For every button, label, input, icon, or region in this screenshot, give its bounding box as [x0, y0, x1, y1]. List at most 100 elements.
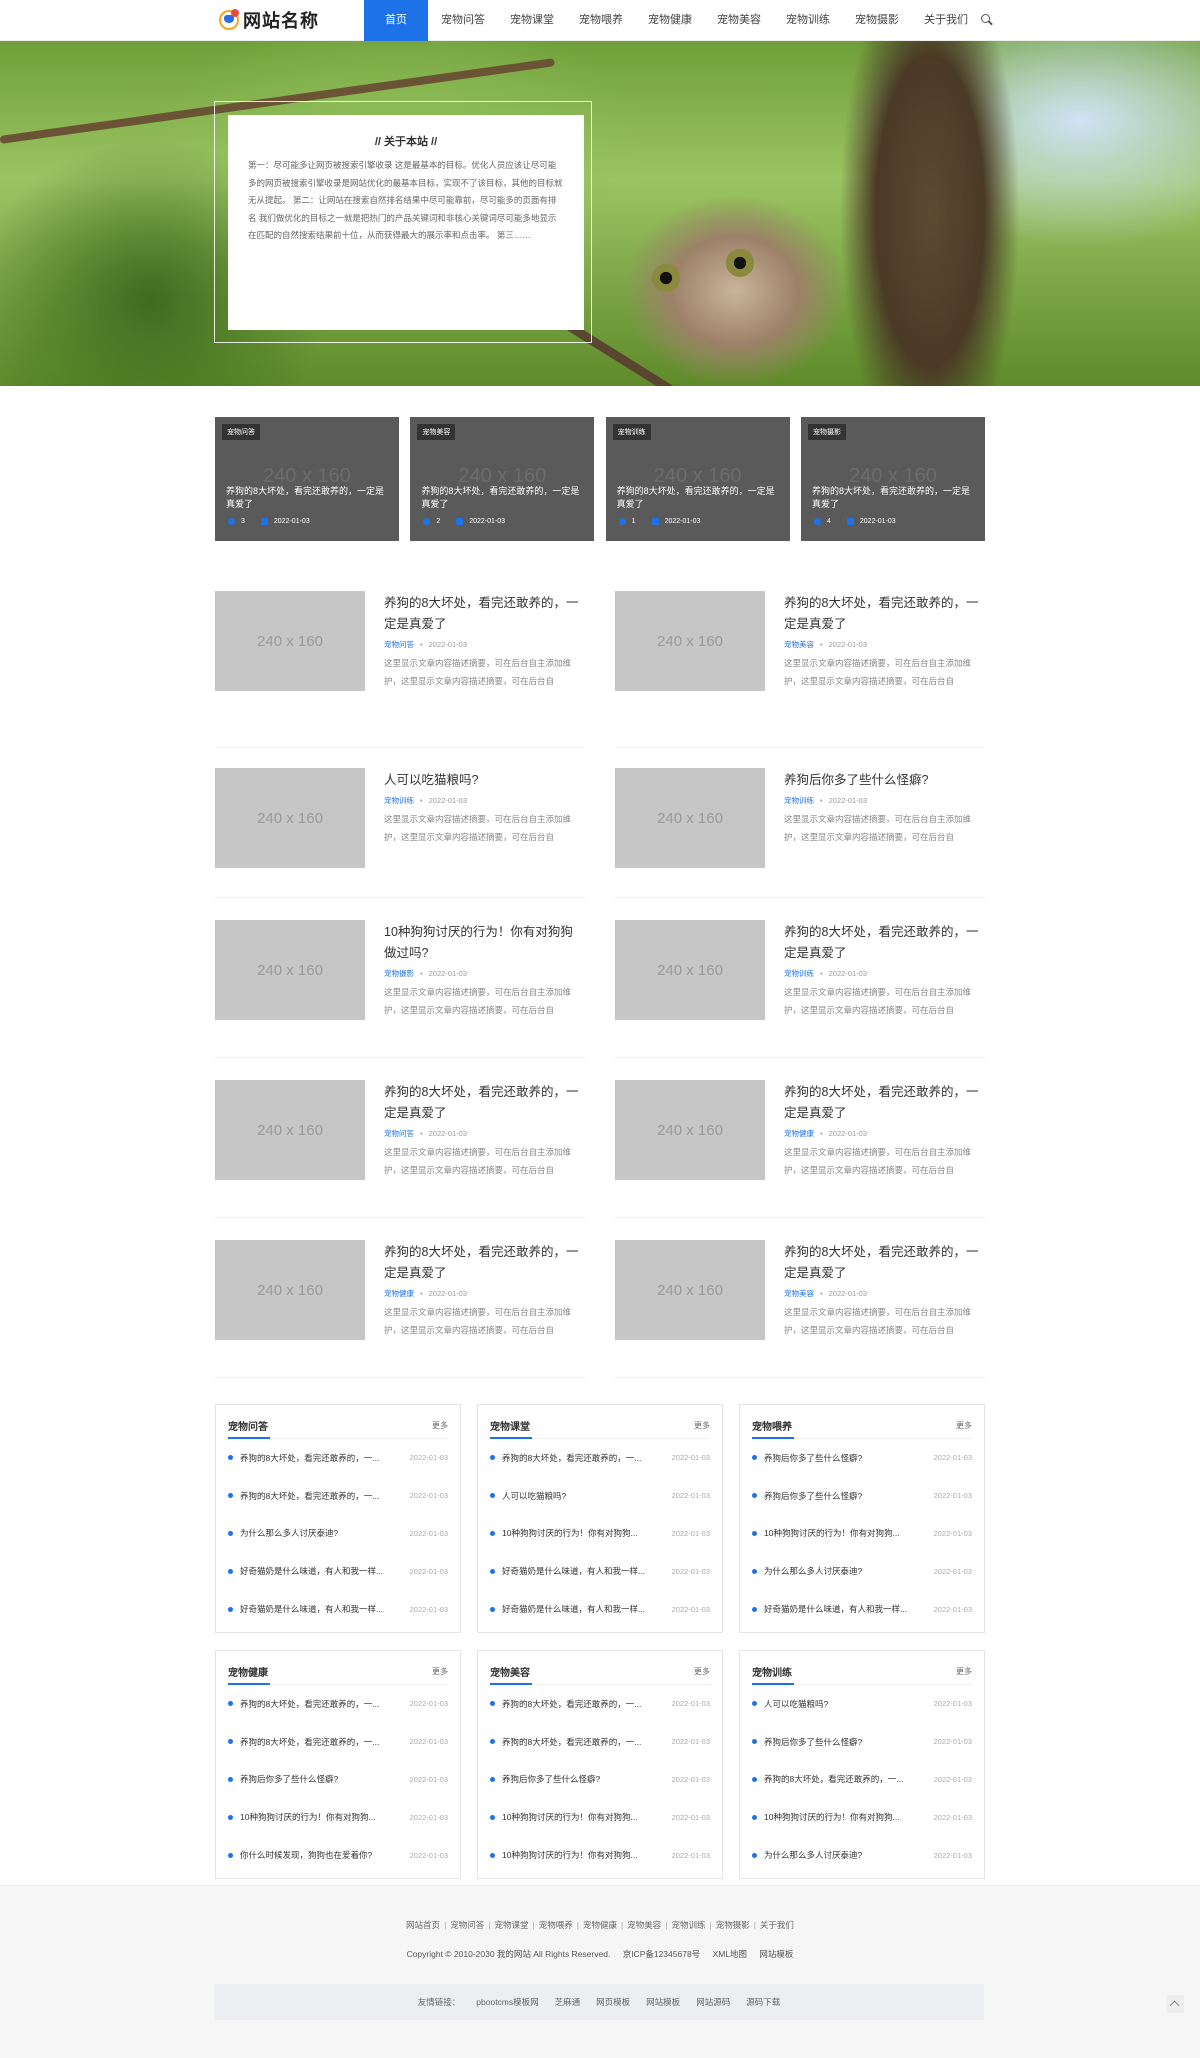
icp-link[interactable]: 京ICP备12345678号	[623, 1949, 701, 1959]
box-list-item[interactable]: 养狗的8大坏处，看完还敢养的，一... 2022-01-03	[490, 1723, 710, 1761]
nav-item[interactable]: 宠物健康	[639, 0, 701, 41]
footer-link[interactable]: 宠物摄影	[716, 1920, 750, 1930]
friend-link[interactable]: 网页模板	[596, 1996, 630, 2008]
more-link[interactable]: 更多	[956, 1666, 972, 1677]
article-title[interactable]: 养狗的8大坏处，看完还敢养的，一定是真爱了	[784, 593, 985, 635]
box-title[interactable]: 宠物训练	[752, 1664, 792, 1679]
box-list-item[interactable]: 养狗的8大坏处，看完还敢养的，一... 2022-01-03	[228, 1439, 448, 1477]
box-list-item[interactable]: 养狗后你多了些什么怪癖? 2022-01-03	[490, 1761, 710, 1799]
footer-link[interactable]: 宠物课堂	[495, 1920, 529, 1930]
article-category[interactable]: 宠物训练	[784, 796, 814, 805]
article-category[interactable]: 宠物训练	[384, 796, 414, 805]
article-category[interactable]: 宠物健康	[784, 1129, 814, 1138]
box-item-title[interactable]: 人可以吃猫粮吗?	[502, 1490, 662, 1502]
category-tag[interactable]: 宠物摄影	[807, 424, 846, 440]
more-link[interactable]: 更多	[956, 1420, 972, 1431]
featured-card[interactable]: 240 x 160 宠物训练 养狗的8大坏处，看完还敢养的，一定是真爱了 1 2022-…	[605, 417, 790, 541]
box-list-item[interactable]: 养狗的8大坏处，看完还敢养的，一... 2022-01-03	[490, 1439, 710, 1477]
friend-link[interactable]: 网站模板	[646, 1996, 680, 2008]
image-placeholder[interactable]: 240 x 160	[215, 1080, 365, 1180]
image-placeholder[interactable]: 240 x 160	[615, 1080, 765, 1180]
featured-card[interactable]: 240 x 160 宠物摄影 养狗的8大坏处，看完还敢养的，一定是真爱了 4 2022-…	[800, 417, 985, 541]
box-item-title[interactable]: 你什么时候发现，狗狗也在爱着你?	[240, 1849, 400, 1861]
article-title[interactable]: 养狗后你多了些什么怪癖?	[784, 770, 985, 791]
box-item-title[interactable]: 养狗的8大坏处，看完还敢养的，一...	[240, 1452, 400, 1464]
footer-link[interactable]: 宠物喂养	[539, 1920, 573, 1930]
box-list-item[interactable]: 养狗后你多了些什么怪癖? 2022-01-03	[752, 1439, 972, 1477]
featured-card[interactable]: 240 x 160 宠物问答 养狗的8大坏处，看完还敢养的，一定是真爱了 3 2022-…	[215, 417, 399, 541]
box-list-item[interactable]: 为什么那么多人讨厌泰迪? 2022-01-03	[228, 1515, 448, 1553]
image-placeholder[interactable]: 240 x 160	[615, 768, 765, 868]
box-list-item[interactable]: 好奇猫奶是什么味道，有人和我一样... 2022-01-03	[752, 1590, 972, 1628]
box-item-title[interactable]: 10种狗狗讨厌的行为！你有对狗狗...	[764, 1527, 924, 1539]
box-list-item[interactable]: 养狗后你多了些什么怪癖? 2022-01-03	[228, 1761, 448, 1799]
box-list-item[interactable]: 养狗后你多了些什么怪癖? 2022-01-03	[752, 1477, 972, 1515]
box-item-title[interactable]: 好奇猫奶是什么味道，有人和我一样...	[240, 1565, 400, 1577]
featured-title[interactable]: 养狗的8大坏处，看完还敢养的，一定是真爱了	[226, 485, 391, 511]
friend-link[interactable]: 源码下载	[746, 1996, 780, 2008]
friend-link[interactable]: 芝麻通	[555, 1996, 581, 2008]
nav-item[interactable]: 首页	[364, 0, 428, 41]
site-logo[interactable]: 网站名称	[219, 8, 319, 32]
footer-link[interactable]: 网站首页	[406, 1920, 440, 1930]
box-list-item[interactable]: 为什么那么多人讨厌泰迪? 2022-01-03	[752, 1836, 972, 1874]
box-item-title[interactable]: 养狗的8大坏处，看完还敢养的，一...	[502, 1698, 662, 1710]
box-list-item[interactable]: 10种狗狗讨厌的行为！你有对狗狗... 2022-01-03	[490, 1836, 710, 1874]
box-item-title[interactable]: 养狗的8大坏处，看完还敢养的，一...	[502, 1736, 662, 1748]
box-item-title[interactable]: 养狗后你多了些什么怪癖?	[502, 1773, 662, 1785]
article-title[interactable]: 人可以吃猫粮吗?	[384, 770, 585, 791]
list-item[interactable]: 240 x 160 养狗的8大坏处，看完还敢养的，一定是真爱了 宠物美容 • 2022-…	[615, 591, 985, 748]
nav-item[interactable]: 关于我们	[915, 0, 977, 41]
box-list-item[interactable]: 养狗的8大坏处，看完还敢养的，一... 2022-01-03	[490, 1685, 710, 1723]
list-item[interactable]: 240 x 160 养狗的8大坏处，看完还敢养的，一定是真爱了 宠物健康 • 2022-…	[215, 1218, 585, 1378]
article-title[interactable]: 养狗的8大坏处，看完还敢养的，一定是真爱了	[384, 1242, 585, 1284]
footer-link[interactable]: 宠物美容	[627, 1920, 661, 1930]
footer-link[interactable]: 宠物训练	[671, 1920, 705, 1930]
box-list-item[interactable]: 10种狗狗讨厌的行为！你有对狗狗... 2022-01-03	[752, 1798, 972, 1836]
article-title[interactable]: 养狗的8大坏处，看完还敢养的，一定是真爱了	[784, 1242, 985, 1284]
more-link[interactable]: 更多	[694, 1420, 710, 1431]
box-title[interactable]: 宠物问答	[228, 1418, 268, 1433]
category-tag[interactable]: 宠物训练	[612, 424, 651, 440]
article-title[interactable]: 养狗的8大坏处，看完还敢养的，一定是真爱了	[784, 1082, 985, 1124]
template-link[interactable]: 网站模板	[759, 1949, 793, 1959]
featured-title[interactable]: 养狗的8大坏处，看完还敢养的，一定是真爱了	[617, 485, 782, 511]
box-item-title[interactable]: 养狗后你多了些什么怪癖?	[764, 1452, 924, 1464]
search-icon[interactable]	[981, 14, 993, 26]
box-list-item[interactable]: 10种狗狗讨厌的行为！你有对狗狗... 2022-01-03	[228, 1798, 448, 1836]
list-item[interactable]: 240 x 160 养狗的8大坏处，看完还敢养的，一定是真爱了 宠物训练 • 2022-…	[615, 898, 985, 1058]
article-category[interactable]: 宠物美容	[784, 1289, 814, 1298]
list-item[interactable]: 240 x 160 养狗的8大坏处，看完还敢养的，一定是真爱了 宠物美容 • 2022-…	[615, 1218, 985, 1378]
box-list-item[interactable]: 人可以吃猫粮吗? 2022-01-03	[752, 1685, 972, 1723]
list-item[interactable]: 240 x 160 10种狗狗讨厌的行为！你有对狗狗做过吗? 宠物摄影 • 2022-0…	[215, 898, 585, 1058]
more-link[interactable]: 更多	[432, 1666, 448, 1677]
box-item-title[interactable]: 人可以吃猫粮吗?	[764, 1698, 924, 1710]
box-list-item[interactable]: 养狗的8大坏处，看完还敢养的，一... 2022-01-03	[752, 1761, 972, 1799]
nav-item[interactable]: 宠物课堂	[501, 0, 563, 41]
box-item-title[interactable]: 10种狗狗讨厌的行为！你有对狗狗...	[502, 1849, 662, 1861]
nav-item[interactable]: 宠物问答	[432, 0, 494, 41]
box-list-item[interactable]: 好奇猫奶是什么味道，有人和我一样... 2022-01-03	[228, 1552, 448, 1590]
box-title[interactable]: 宠物喂养	[752, 1418, 792, 1433]
box-item-title[interactable]: 好奇猫奶是什么味道，有人和我一样...	[764, 1603, 924, 1615]
box-list-item[interactable]: 好奇猫奶是什么味道，有人和我一样... 2022-01-03	[490, 1590, 710, 1628]
list-item[interactable]: 240 x 160 人可以吃猫粮吗? 宠物训练 • 2022-01-03 这里显示文章内容…	[215, 748, 585, 898]
box-item-title[interactable]: 养狗后你多了些什么怪癖?	[240, 1773, 400, 1785]
box-item-title[interactable]: 10种狗狗讨厌的行为！你有对狗狗...	[764, 1811, 924, 1823]
box-item-title[interactable]: 养狗的8大坏处，看完还敢养的，一...	[240, 1490, 400, 1502]
box-item-title[interactable]: 10种狗狗讨厌的行为！你有对狗狗...	[502, 1811, 662, 1823]
box-item-title[interactable]: 10种狗狗讨厌的行为！你有对狗狗...	[240, 1811, 400, 1823]
box-list-item[interactable]: 你什么时候发现，狗狗也在爱着你? 2022-01-03	[228, 1836, 448, 1874]
image-placeholder[interactable]: 240 x 160	[615, 591, 765, 691]
footer-link[interactable]: 宠物健康	[583, 1920, 617, 1930]
category-tag[interactable]: 宠物美容	[417, 424, 456, 440]
image-placeholder[interactable]: 240 x 160	[215, 591, 365, 691]
box-list-item[interactable]: 10种狗狗讨厌的行为！你有对狗狗... 2022-01-03	[752, 1515, 972, 1553]
box-item-title[interactable]: 为什么那么多人讨厌泰迪?	[764, 1849, 924, 1861]
article-category[interactable]: 宠物健康	[384, 1289, 414, 1298]
article-category[interactable]: 宠物美容	[784, 640, 814, 649]
featured-title[interactable]: 养狗的8大坏处，看完还敢养的，一定是真爱了	[812, 485, 977, 511]
box-title[interactable]: 宠物健康	[228, 1664, 268, 1679]
image-placeholder[interactable]: 240 x 160	[215, 1240, 365, 1340]
friend-link[interactable]: 网站源码	[696, 1996, 730, 2008]
